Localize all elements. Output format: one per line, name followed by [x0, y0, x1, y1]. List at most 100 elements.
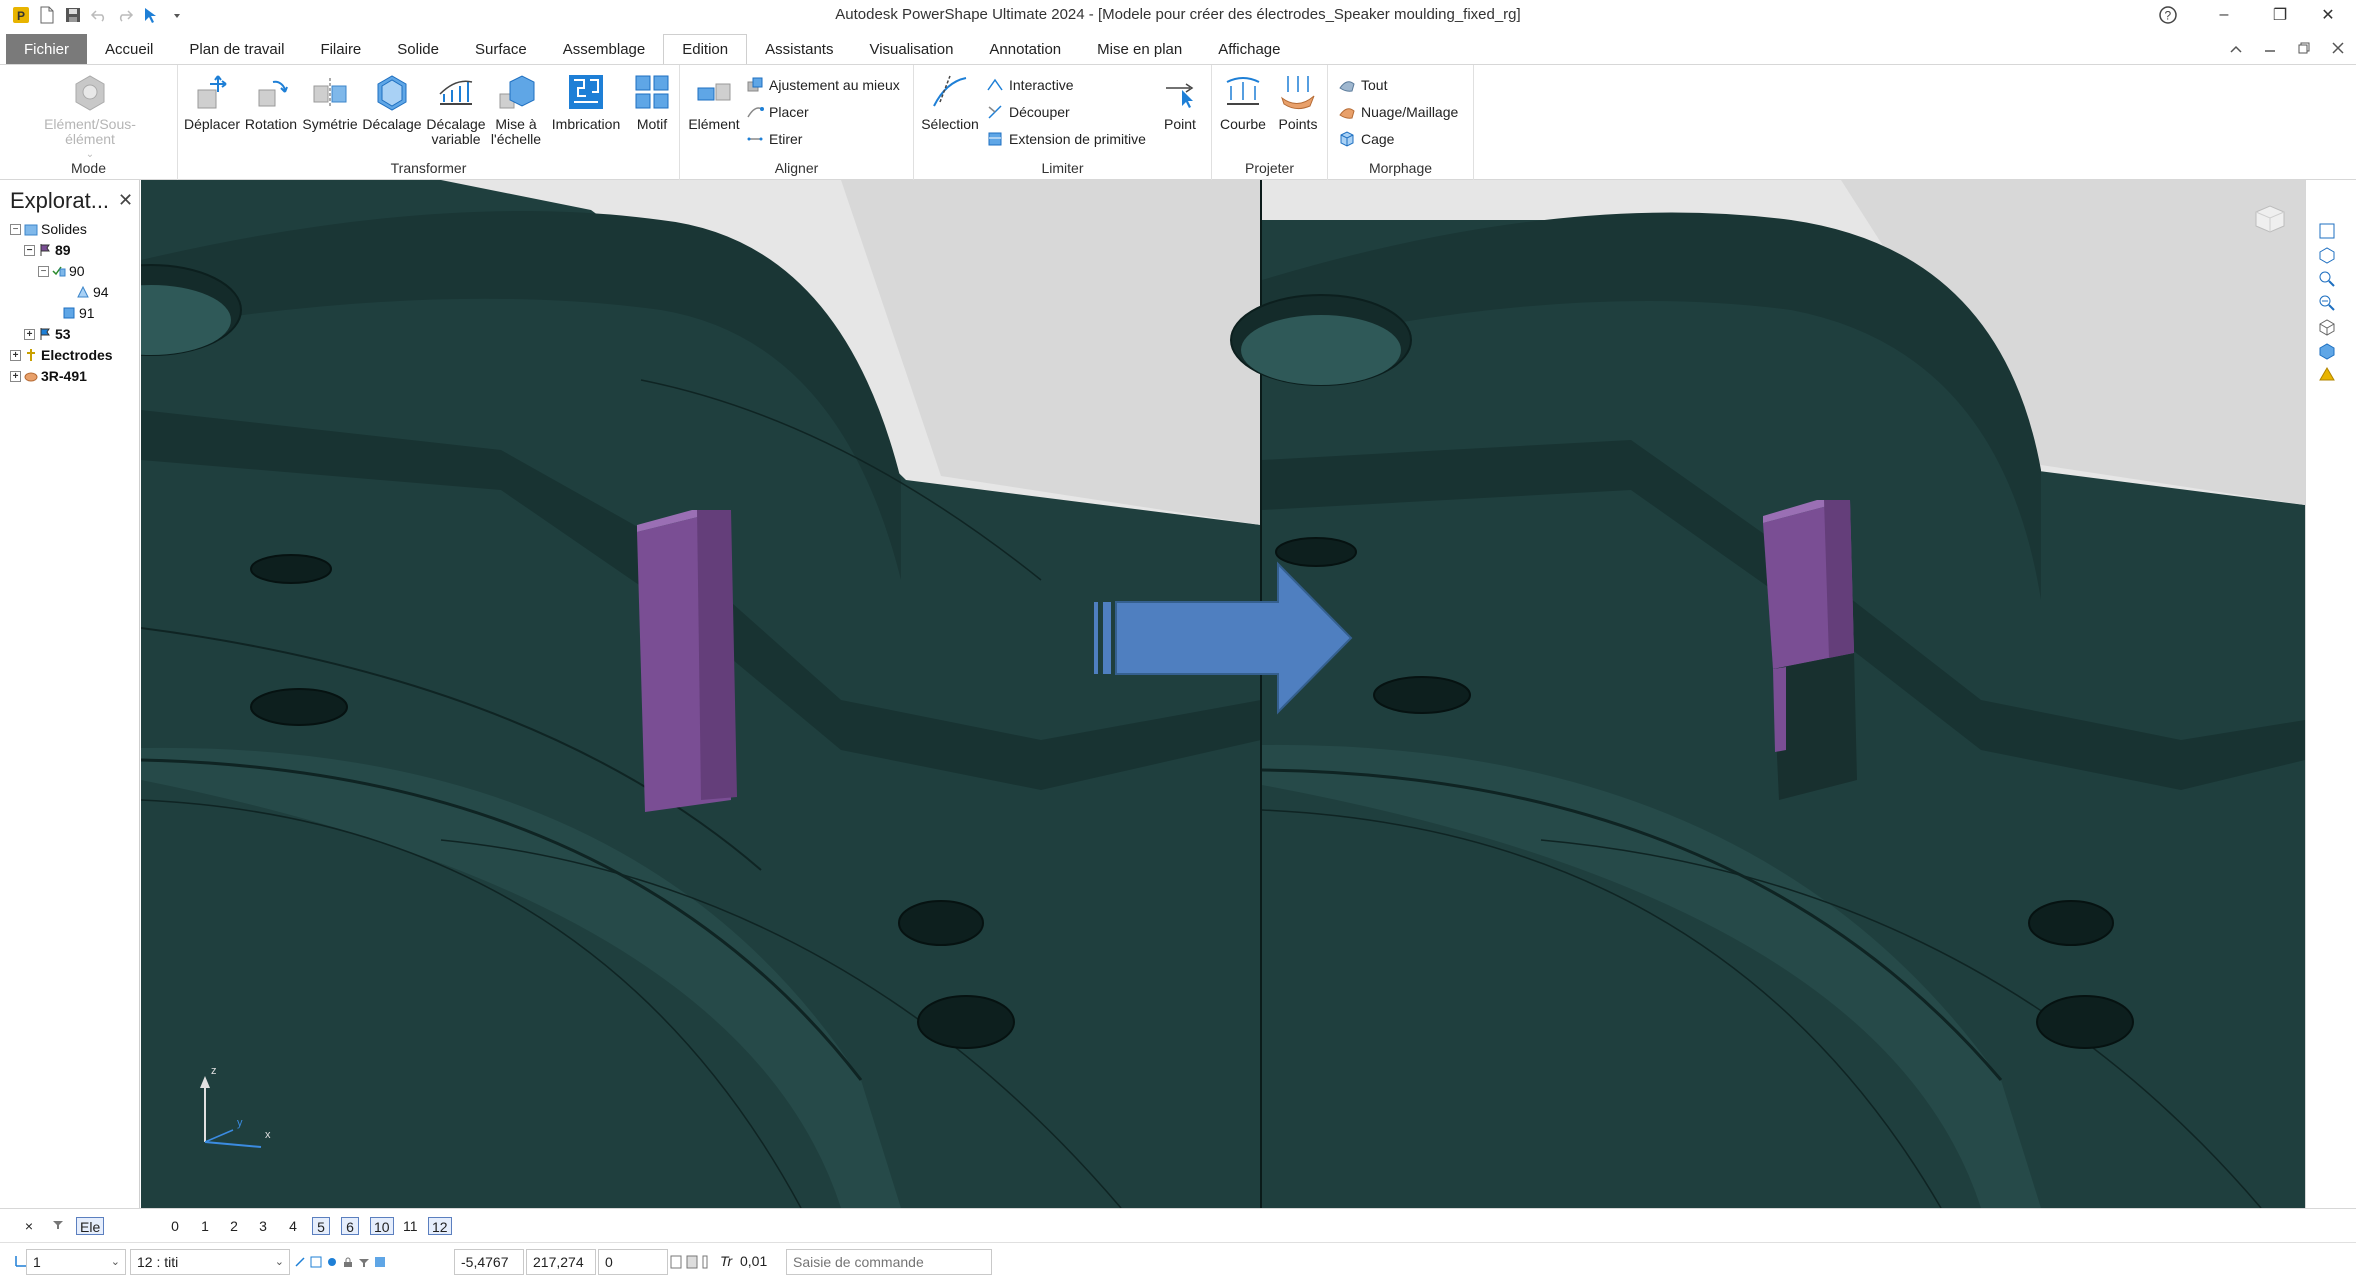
tree-item-94[interactable]: 94	[76, 283, 109, 301]
decalage-variable-button[interactable]: Décalage variable	[424, 71, 488, 147]
tree-item-3r-491[interactable]: + 3R-491	[10, 367, 87, 385]
tab-affichage[interactable]: Affichage	[1200, 34, 1298, 64]
workplane-select[interactable]: 1 ⌄	[26, 1249, 126, 1275]
help-icon[interactable]: ?	[2140, 0, 2196, 30]
command-input[interactable]	[786, 1249, 992, 1275]
material-icon[interactable]	[2316, 364, 2338, 386]
nuage-maillage-button[interactable]: Nuage/Maillage	[1338, 100, 1458, 124]
customize-toolbar-icon[interactable]	[168, 6, 186, 24]
coord-x-field[interactable]: -5,4767	[454, 1249, 524, 1275]
select-cursor-icon[interactable]	[142, 6, 160, 24]
color-icon[interactable]	[374, 1256, 386, 1268]
undo-icon[interactable]	[90, 6, 108, 24]
tab-annotation[interactable]: Annotation	[971, 34, 1079, 64]
collapse-ribbon-icon[interactable]	[2230, 42, 2242, 57]
tree-item-53[interactable]: + 53	[24, 325, 71, 343]
tree-item-91[interactable]: 91	[62, 304, 95, 322]
relative-coord-icon[interactable]	[686, 1255, 698, 1269]
explorer-close-button[interactable]: ✕	[118, 190, 133, 211]
3d-viewport[interactable]: z x y	[141, 180, 2305, 1208]
collapse-toggle-icon[interactable]: −	[38, 265, 49, 277]
level-1[interactable]: 1	[196, 1217, 214, 1235]
points-button[interactable]: Points	[1272, 71, 1324, 132]
wireframe-icon[interactable]	[2316, 316, 2338, 338]
zoom-in-icon[interactable]	[2316, 268, 2338, 290]
snap-point-icon[interactable]	[326, 1256, 338, 1268]
decalage-button[interactable]: Décalage	[360, 71, 424, 132]
tab-visualisation[interactable]: Visualisation	[851, 34, 971, 64]
doc-close-icon[interactable]	[2332, 41, 2344, 57]
level-12[interactable]: 12	[428, 1217, 452, 1235]
motif-button[interactable]: Motif	[628, 71, 676, 132]
selection-limit-button[interactable]: Sélection	[918, 71, 982, 132]
minimize-button[interactable]: –	[2196, 0, 2252, 30]
courbe-button[interactable]: Courbe	[1216, 71, 1270, 132]
tab-surface[interactable]: Surface	[457, 34, 545, 64]
coord-z-field[interactable]: 0	[598, 1249, 668, 1275]
symetrie-button[interactable]: Symétrie	[300, 71, 360, 132]
collapse-toggle-icon[interactable]: −	[24, 244, 35, 256]
tout-button[interactable]: Tout	[1338, 73, 1387, 97]
new-file-icon[interactable]	[38, 6, 56, 24]
absolute-coord-icon[interactable]	[670, 1255, 682, 1269]
level-0[interactable]: 0	[166, 1217, 184, 1235]
level-6[interactable]: 6	[341, 1217, 359, 1235]
view-iso-icon[interactable]	[2316, 244, 2338, 266]
etirer-button[interactable]: Etirer	[746, 127, 802, 151]
selection-filter-icon[interactable]	[358, 1256, 370, 1268]
save-icon[interactable]	[64, 6, 82, 24]
doc-minimize-icon[interactable]	[2264, 42, 2276, 57]
tolerance-value[interactable]: 0,01	[734, 1249, 780, 1275]
mise-a-echelle-button[interactable]: Mise à l'échelle	[488, 71, 544, 147]
decouper-button[interactable]: Découper	[986, 100, 1070, 124]
doc-restore-icon[interactable]	[2298, 42, 2310, 57]
tab-assemblage[interactable]: Assemblage	[545, 34, 664, 64]
tree-item-solides[interactable]: − Solides	[10, 220, 87, 238]
tab-fichier[interactable]: Fichier	[6, 34, 88, 64]
level-select[interactable]: 12 : titi ⌄	[130, 1249, 290, 1275]
expand-toggle-icon[interactable]: +	[24, 328, 35, 340]
rotation-button[interactable]: Rotation	[242, 71, 300, 132]
shaded-icon[interactable]	[2316, 340, 2338, 362]
lock-icon[interactable]	[342, 1256, 354, 1268]
level-10[interactable]: 10	[370, 1217, 394, 1235]
levelbar-filter-icon[interactable]	[48, 1217, 68, 1235]
snap-grid-icon[interactable]	[310, 1256, 322, 1268]
coord-y-field[interactable]: 217,274	[526, 1249, 596, 1275]
ajustement-au-mieux-button[interactable]: Ajustement au mieux	[746, 73, 900, 97]
tree-item-90[interactable]: − 90	[38, 262, 85, 280]
close-button[interactable]: ✕	[2300, 0, 2356, 30]
collapse-toggle-icon[interactable]: −	[10, 223, 21, 235]
level-11[interactable]: 11	[400, 1217, 421, 1235]
element-align-button[interactable]: Elément	[686, 71, 742, 132]
cage-button[interactable]: Cage	[1338, 127, 1394, 151]
expand-toggle-icon[interactable]: +	[10, 349, 21, 361]
view-cube-icon[interactable]	[2252, 202, 2288, 234]
view-front-icon[interactable]	[2316, 220, 2338, 242]
deplacer-button[interactable]: Déplacer	[182, 71, 242, 132]
tab-filaire[interactable]: Filaire	[302, 34, 379, 64]
levelbar-close-button[interactable]: ×	[20, 1217, 38, 1235]
level-5[interactable]: 5	[312, 1217, 330, 1235]
tree-item-electrodes[interactable]: + Electrodes	[10, 346, 113, 364]
tab-mise-en-plan[interactable]: Mise en plan	[1079, 34, 1200, 64]
tab-plan-de-travail[interactable]: Plan de travail	[171, 34, 302, 64]
tab-assistants[interactable]: Assistants	[747, 34, 851, 64]
app-logo-icon[interactable]: P	[12, 6, 30, 24]
tab-solide[interactable]: Solide	[379, 34, 457, 64]
tab-edition[interactable]: Edition	[663, 34, 748, 64]
levelbar-ele-button[interactable]: Ele	[76, 1217, 105, 1235]
point-limit-button[interactable]: Point	[1152, 71, 1208, 132]
expand-toggle-icon[interactable]: +	[10, 370, 21, 382]
tree-item-89[interactable]: − 89	[24, 241, 71, 259]
redo-icon[interactable]	[116, 6, 134, 24]
level-3[interactable]: 3	[254, 1217, 272, 1235]
snap-icon[interactable]	[294, 1256, 306, 1268]
polar-coord-icon[interactable]	[702, 1255, 708, 1269]
imbrication-button[interactable]: Imbrication	[544, 71, 628, 132]
level-2[interactable]: 2	[225, 1217, 243, 1235]
zoom-out-icon[interactable]	[2316, 292, 2338, 314]
tab-accueil[interactable]: Accueil	[87, 34, 171, 64]
extension-primitive-button[interactable]: Extension de primitive	[986, 127, 1146, 151]
interactive-button[interactable]: Interactive	[986, 73, 1074, 97]
